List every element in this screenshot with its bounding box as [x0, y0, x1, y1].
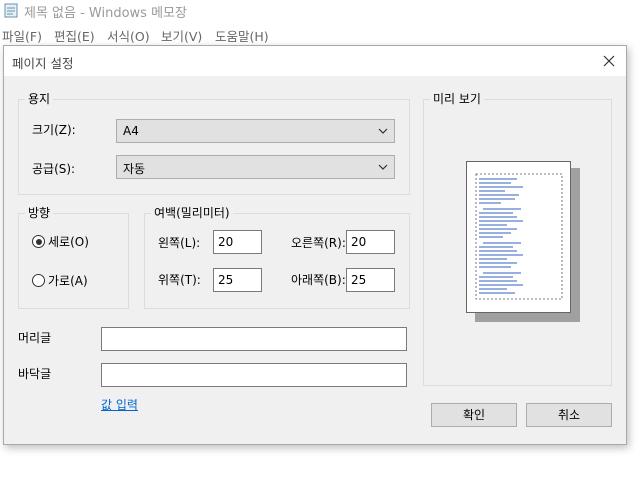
notepad-title: 제목 없음 - Windows 메모장 — [24, 6, 187, 21]
margins-group: 여백(밀리미터) — [144, 206, 410, 309]
margin-right-value: 20 — [351, 235, 367, 249]
margin-bottom-input[interactable]: 25 — [346, 268, 395, 292]
margin-right-input[interactable]: 20 — [346, 230, 395, 254]
menu-format[interactable]: 서식(O) — [107, 26, 150, 45]
preview-group-label: 미리 보기 — [430, 92, 484, 106]
footer-input[interactable] — [101, 363, 407, 387]
preview-page — [466, 161, 571, 313]
notepad-app-icon — [4, 3, 18, 18]
cancel-button[interactable]: 취소 — [526, 403, 612, 427]
orientation-group-label: 방향 — [25, 206, 54, 220]
margin-left-value: 20 — [218, 235, 234, 249]
paper-group-label: 용지 — [25, 92, 54, 106]
ok-button[interactable]: 확인 — [431, 403, 517, 427]
margin-top-label: 위쪽(T): — [158, 273, 201, 287]
chevron-down-icon — [378, 164, 388, 170]
margin-top-input[interactable]: 25 — [213, 268, 262, 292]
radio-selected-dot — [35, 238, 42, 245]
header-label: 머리글 — [18, 331, 52, 345]
dialog-title-bar: 페이지 설정 — [4, 46, 626, 76]
margin-bottom-label: 아래쪽(B): — [291, 273, 346, 287]
portrait-radio[interactable] — [32, 235, 45, 248]
menu-file[interactable]: 파일(F) — [2, 26, 42, 45]
landscape-label[interactable]: 가로(A) — [48, 273, 88, 289]
margin-left-input[interactable]: 20 — [213, 230, 262, 254]
margin-right-label: 오른쪽(R): — [291, 236, 346, 250]
menu-help[interactable]: 도움말(H) — [215, 26, 269, 45]
paper-size-label: 크기(Z): — [32, 123, 76, 137]
paper-source-label: 공급(S): — [32, 162, 76, 176]
orientation-group: 방향 — [18, 206, 129, 309]
margin-top-value: 25 — [218, 273, 234, 287]
landscape-radio[interactable] — [32, 274, 45, 287]
notepad-menu-bar: 파일(F) 편집(E) 서식(O) 보기(V) 도움말(H) — [0, 24, 643, 44]
menu-edit[interactable]: 편집(E) — [54, 26, 95, 45]
chevron-down-icon — [378, 128, 388, 134]
input-values-link[interactable]: 값 입력 — [101, 396, 138, 413]
close-button[interactable] — [592, 46, 626, 76]
close-icon — [603, 55, 615, 67]
page-setup-dialog: 페이지 설정 용지 크기(Z): A4 공급(S): 자동 방향 세로(O) 가… — [3, 45, 627, 445]
preview-text-lines — [475, 173, 563, 300]
menu-view[interactable]: 보기(V) — [161, 26, 202, 45]
footer-label: 바닥글 — [18, 367, 52, 381]
paper-group: 용지 — [18, 92, 410, 195]
margin-bottom-value: 25 — [351, 273, 367, 287]
paper-size-select[interactable]: A4 — [116, 119, 395, 143]
margin-left-label: 왼쪽(L): — [158, 236, 201, 250]
portrait-label[interactable]: 세로(O) — [48, 234, 89, 250]
notepad-title-bar: 제목 없음 - Windows 메모장 — [0, 0, 643, 22]
paper-size-value: A4 — [123, 124, 139, 138]
header-input[interactable] — [101, 327, 407, 351]
margins-group-label: 여백(밀리미터) — [151, 206, 233, 220]
paper-source-select[interactable]: 자동 — [116, 155, 395, 179]
paper-source-value: 자동 — [123, 162, 146, 176]
dialog-title: 페이지 설정 — [12, 56, 74, 71]
